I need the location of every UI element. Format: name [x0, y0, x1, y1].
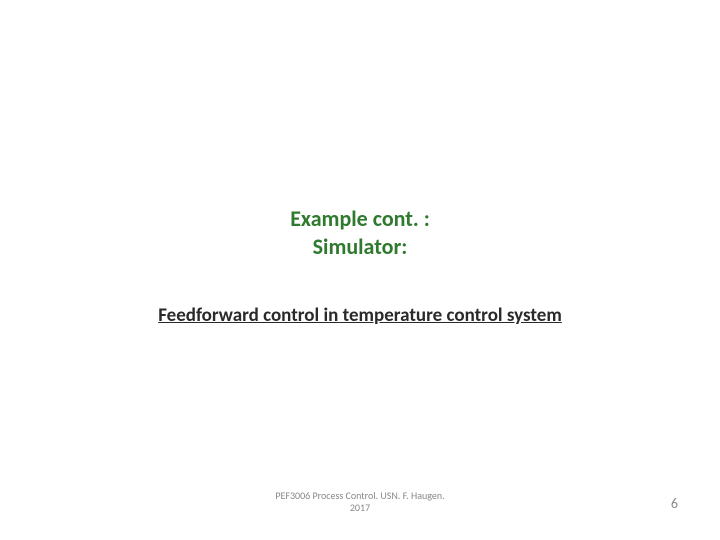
footer: PEF3006 Process Control. USN. F. Haugen.… — [0, 490, 720, 514]
title-line-1: Example cont. : — [0, 205, 720, 233]
page-number: 6 — [671, 495, 678, 512]
title-line-2: Simulator: — [0, 233, 720, 261]
footer-line-2: 2017 — [0, 502, 720, 514]
slide: Example cont. : Simulator: Feedforward c… — [0, 0, 720, 540]
feedforward-link[interactable]: Feedforward control in temperature contr… — [158, 304, 562, 327]
slide-title: Example cont. : Simulator: — [0, 205, 720, 260]
body-link-row: Feedforward control in temperature contr… — [0, 304, 720, 327]
